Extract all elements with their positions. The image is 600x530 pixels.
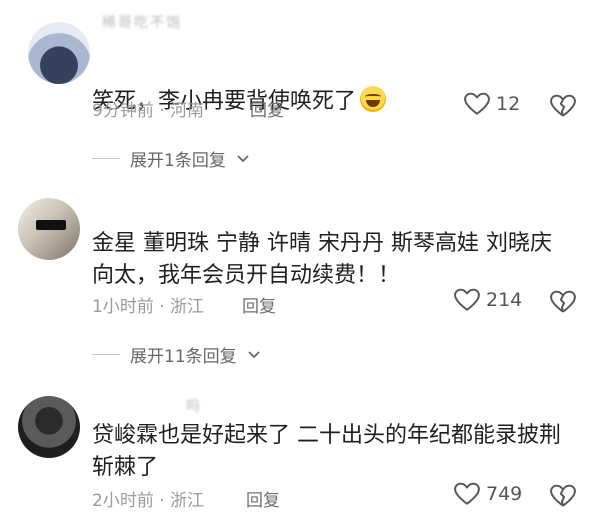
username[interactable]: 稀哥吃不饱	[102, 12, 182, 32]
dislike-button[interactable]	[550, 290, 576, 318]
grinning-sweat-emoji-icon	[360, 86, 387, 112]
comment-text: 金星 董明珠 宁静 许晴 宋丹丹 斯琴高娃 刘晓庆 向太，我年会员开自动续费！！	[92, 231, 552, 288]
avatar[interactable]	[28, 22, 90, 84]
reply-button[interactable]: 回复	[246, 486, 280, 511]
comment-meta: 2小时前 · 浙江	[92, 486, 204, 511]
heart-outline-icon	[454, 482, 480, 505]
expand-replies-button[interactable]: 展开1条回复	[92, 146, 250, 171]
comment-time: 9分钟前	[92, 101, 154, 121]
reply-button[interactable]: 回复	[250, 96, 284, 121]
broken-heart-icon	[550, 94, 576, 117]
meta-separator: ·	[153, 297, 171, 317]
heart-outline-icon	[454, 288, 480, 311]
broken-heart-icon	[550, 290, 576, 313]
comment-text: 贷峻霖也是好起来了 二十出头的年纪都能录披荆 斩棘了	[92, 423, 561, 480]
like-count: 12	[496, 93, 521, 115]
chevron-down-icon	[248, 350, 260, 358]
username[interactable]: 吗	[186, 396, 202, 416]
censor-bar	[36, 220, 66, 230]
divider-line	[92, 354, 120, 355]
divider-line	[92, 158, 120, 159]
comment-location: 浙江	[170, 297, 205, 317]
avatar[interactable]	[18, 198, 80, 260]
expand-replies-label: 展开1条回复	[130, 151, 226, 171]
comment-time: 1小时前	[92, 297, 154, 317]
broken-heart-icon	[550, 484, 576, 507]
reply-button[interactable]: 回复	[242, 292, 276, 317]
like-button[interactable]: 12	[464, 92, 520, 116]
comment-time: 2小时前	[92, 491, 154, 511]
meta-separator: ·	[153, 101, 171, 121]
expand-replies-button[interactable]: 展开11条回复	[92, 342, 261, 367]
comment-meta: 9分钟前 · 河南	[92, 96, 204, 121]
comment-location: 河南	[170, 101, 205, 121]
comment-location: 浙江	[170, 491, 205, 511]
comment-meta: 1小时前 · 浙江	[92, 292, 204, 317]
meta-separator: ·	[153, 491, 171, 511]
chevron-down-icon	[237, 154, 249, 162]
expand-replies-label: 展开11条回复	[130, 347, 237, 367]
heart-outline-icon	[464, 92, 490, 115]
like-count: 749	[486, 483, 523, 505]
avatar[interactable]	[18, 396, 80, 458]
like-button[interactable]: 214	[454, 288, 522, 312]
dislike-button[interactable]	[550, 484, 576, 512]
dislike-button[interactable]	[550, 94, 576, 122]
like-count: 214	[486, 289, 523, 311]
like-button[interactable]: 749	[454, 482, 522, 506]
